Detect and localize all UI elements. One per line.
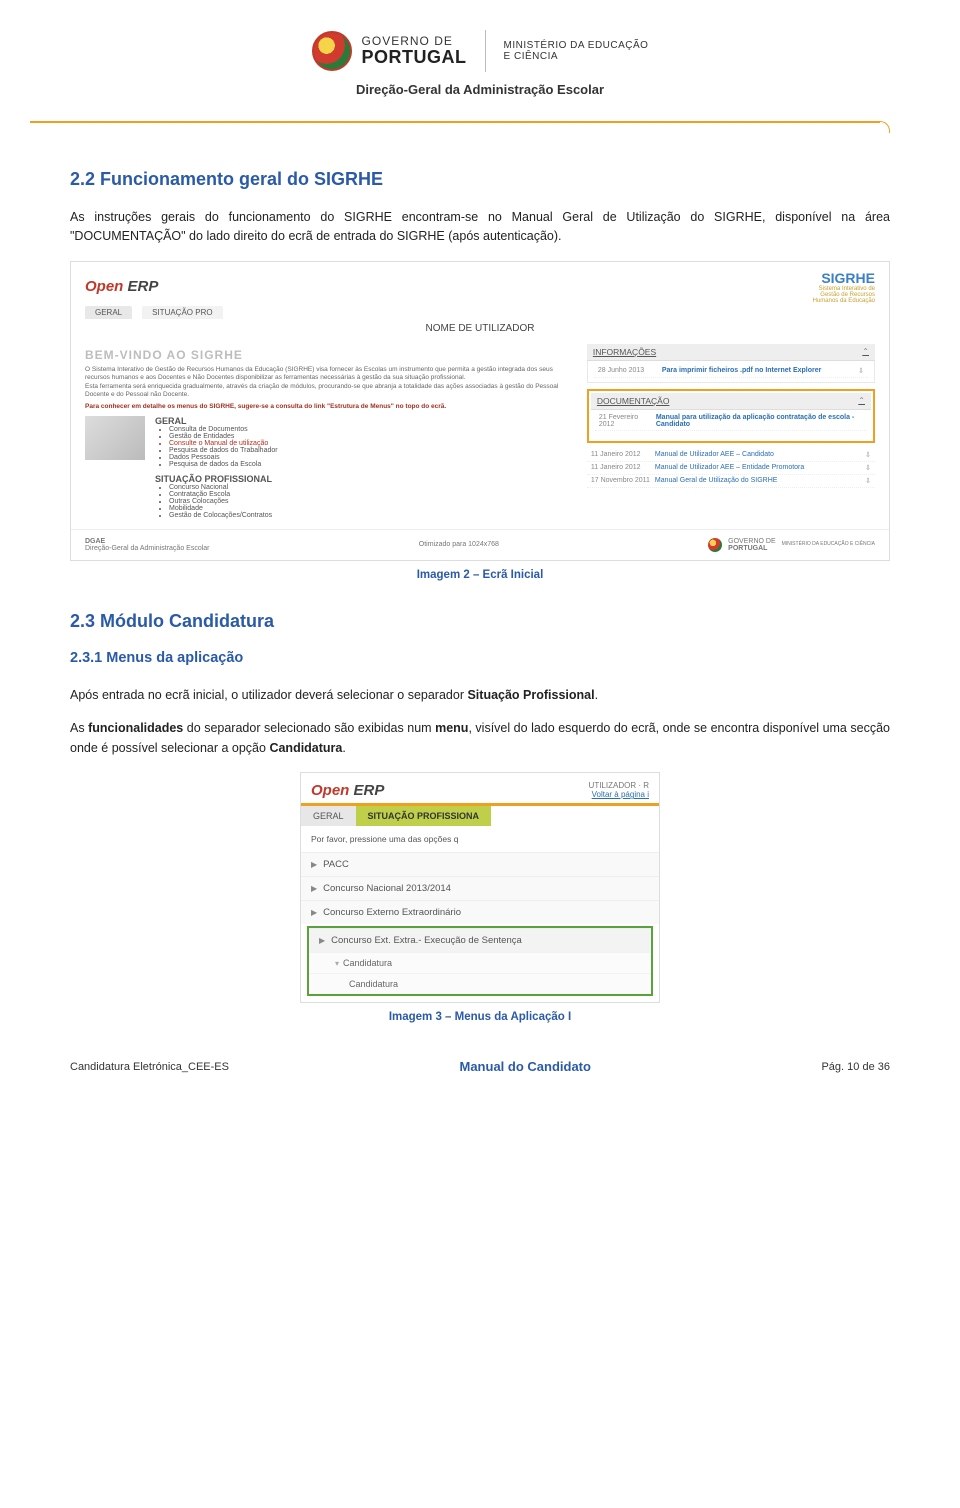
section-2-2-para: As instruções gerais do funcionamento do… xyxy=(70,208,890,247)
tab-geral[interactable]: GERAL xyxy=(85,306,132,319)
intro-text-1: O Sistema Interativo de Gestão de Recurs… xyxy=(85,366,575,382)
caption-imagem-3: Imagem 3 – Menus da Aplicação I xyxy=(70,1011,890,1023)
sitpro-label: SITUAÇÃO PROFISSIONAL xyxy=(155,474,278,484)
triangle-icon: ▶ xyxy=(311,884,317,893)
download-icon: ⇩ xyxy=(865,477,871,485)
sitpro-list: Concurso Nacional Contratação Escola Out… xyxy=(155,484,278,519)
openerp-logo: Open ERP xyxy=(85,278,158,295)
panel-informacoes-header[interactable]: INFORMAÇÕES⌃ xyxy=(587,344,875,361)
chevron-icon: ⌃ xyxy=(858,396,865,405)
geral-list: Consulta de Documentos Gestão de Entidad… xyxy=(155,426,278,468)
gov-line2: PORTUGAL xyxy=(362,48,467,67)
highlighted-menu-box: ▶Concurso Ext. Extra.- Execução de Sente… xyxy=(307,926,653,996)
footer-resolution: Otimizado para 1024x768 xyxy=(419,541,499,548)
triangle-down-icon: ▾ xyxy=(335,959,339,968)
ministry-text: MINISTÉRIO DA EDUCAÇÃO E CIÊNCIA xyxy=(504,40,649,62)
download-icon: ⇩ xyxy=(865,464,871,472)
intro-text-2: Esta ferramenta será enriquecida gradual… xyxy=(85,383,575,399)
screenshot-ecra-inicial: Open ERP SIGRHE Sistema Interativo de Ge… xyxy=(70,261,890,561)
armillary-sphere-icon xyxy=(708,538,722,552)
sigrhe-subtitle: Sistema Interativo de Gestão de Recursos… xyxy=(813,286,875,304)
footer-right: Pág. 10 de 36 xyxy=(821,1061,890,1073)
list-item[interactable]: Pesquisa de dados do Trabalhador xyxy=(169,447,278,454)
submenu-candidatura-child[interactable]: Candidatura xyxy=(309,973,651,994)
user-name-label: NOME DE UTILIZADOR xyxy=(71,323,889,334)
geral-label: GERAL xyxy=(155,416,278,426)
section-2-2-title: 2.2 Funcionamento geral do SIGRHE xyxy=(70,169,890,190)
menu-concurso-nacional[interactable]: ▶Concurso Nacional 2013/2014 xyxy=(301,876,659,900)
footer-mid: Manual do Candidato xyxy=(460,1059,591,1074)
red-hint: Para conhecer em detalhe os menus do SIG… xyxy=(85,403,575,410)
list-item[interactable]: Consulta de Documentos xyxy=(169,426,278,433)
triangle-icon: ▶ xyxy=(311,860,317,869)
list-item[interactable]: Mobilidade xyxy=(169,505,278,512)
gov-logo: GOVERNO DE PORTUGAL xyxy=(312,31,467,71)
subheader: Direção-Geral da Administração Escolar xyxy=(70,82,890,97)
section-2-3-para2: As funcionalidades do separador selecion… xyxy=(70,719,890,758)
orange-rule xyxy=(70,115,890,129)
tab-situacao-pro[interactable]: SITUAÇÃO PRO xyxy=(142,306,222,319)
list-item[interactable]: Consulte o Manual de utilização xyxy=(169,440,278,447)
hint-text: Por favor, pressione uma das opções q xyxy=(301,826,659,852)
footer-left: Candidatura Eletrónica_CEE-ES xyxy=(70,1061,229,1073)
menu-concurso-ext-extra[interactable]: ▶Concurso Ext. Extra.- Execução de Sente… xyxy=(309,928,651,952)
menu-pacc[interactable]: ▶PACC xyxy=(301,852,659,876)
doc-row[interactable]: 11 Janeiro 2012 Manual de Utilizador AEE… xyxy=(587,462,875,475)
footer-dgae: DGAE xyxy=(85,538,210,545)
section-2-3-title: 2.3 Módulo Candidatura xyxy=(70,611,890,632)
doc-row[interactable]: 17 Novembro 2011 Manual Geral de Utiliza… xyxy=(587,475,875,488)
page-footer: Candidatura Eletrónica_CEE-ES Manual do … xyxy=(70,1059,890,1074)
section-2-3-para1: Após entrada no ecrã inicial, o utilizad… xyxy=(70,686,890,705)
header-divider xyxy=(485,30,486,72)
tab-situacao-profissional[interactable]: SITUAÇÃO PROFISSIONA xyxy=(356,806,492,826)
info-row[interactable]: 28 Junho 2013 Para imprimir ficheiros .p… xyxy=(594,365,868,378)
chevron-icon: ⌃ xyxy=(862,347,869,356)
welcome-title: BEM-VINDO AO SIGRHE xyxy=(85,348,575,362)
menu-concurso-externo[interactable]: ▶Concurso Externo Extraordinário xyxy=(301,900,659,924)
screenshot-menus-aplicacao: Open ERP UTILIZADOR · R Voltar à página … xyxy=(300,772,660,1003)
section-2-3-1-title: 2.3.1 Menus da aplicação xyxy=(70,650,890,666)
triangle-icon: ▶ xyxy=(319,936,325,945)
list-item[interactable]: Gestão de Entidades xyxy=(169,433,278,440)
list-item[interactable]: Outras Colocações xyxy=(169,498,278,505)
list-item[interactable]: Dados Pessoais xyxy=(169,454,278,461)
ministry-line2: E CIÊNCIA xyxy=(504,51,649,62)
triangle-icon: ▶ xyxy=(311,908,317,917)
list-item[interactable]: Contratação Escola xyxy=(169,491,278,498)
doc-row[interactable]: 21 Fevereiro 2012 Manual para utilização… xyxy=(595,412,867,431)
ministry-line1: MINISTÉRIO DA EDUCAÇÃO xyxy=(504,40,649,51)
footer-gov-logo: GOVERNO DE PORTUGAL MINISTÉRIO DA EDUCAÇ… xyxy=(708,538,875,552)
download-icon: ⇩ xyxy=(858,367,864,375)
openerp-logo: Open ERP xyxy=(311,782,384,799)
back-link[interactable]: Voltar à página i xyxy=(589,790,649,799)
armillary-sphere-icon xyxy=(312,31,352,71)
user-badge: UTILIZADOR · R xyxy=(589,781,649,790)
download-icon: ⇩ xyxy=(865,451,871,459)
thumbnail-icon xyxy=(85,416,145,460)
gov-line1: GOVERNO DE xyxy=(362,35,467,48)
list-item[interactable]: Pesquisa de dados da Escola xyxy=(169,461,278,468)
caption-imagem-2: Imagem 2 – Ecrã Inicial xyxy=(70,569,890,581)
sigrhe-logo: SIGRHE xyxy=(821,270,875,286)
list-item[interactable]: Gestão de Colocações/Contratos xyxy=(169,512,278,519)
tab-geral[interactable]: GERAL xyxy=(301,806,356,826)
documentacao-highlight: DOCUMENTAÇÃO⌃ 21 Fevereiro 2012 Manual p… xyxy=(587,389,875,443)
panel-documentacao-header[interactable]: DOCUMENTAÇÃO⌃ xyxy=(591,393,871,410)
list-item[interactable]: Concurso Nacional xyxy=(169,484,278,491)
doc-row[interactable]: 11 Janeiro 2012 Manual de Utilizador AEE… xyxy=(587,449,875,462)
page-header: GOVERNO DE PORTUGAL MINISTÉRIO DA EDUCAÇ… xyxy=(70,30,890,72)
submenu-candidatura[interactable]: ▾Candidatura xyxy=(309,952,651,973)
footer-dgae-sub: Direção-Geral da Administração Escolar xyxy=(85,545,210,552)
